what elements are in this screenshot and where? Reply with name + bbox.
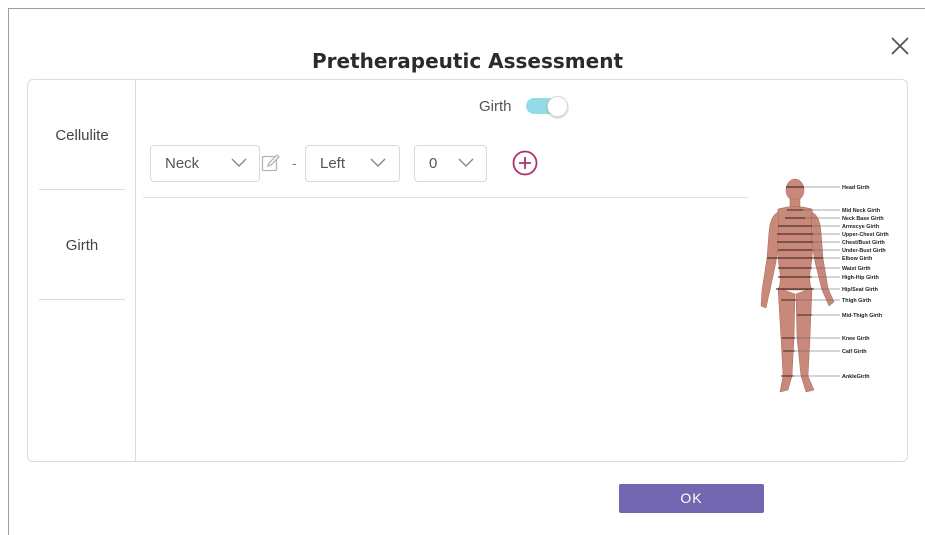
assessment-panel: Cellulite Girth Girth Neck - Left 0 Head… — [27, 79, 908, 462]
girth-toggle-label: Girth — [479, 98, 512, 115]
girth-label: Mid Neck Girth — [842, 208, 880, 214]
edit-icon[interactable] — [261, 153, 281, 173]
sidebar-item-girth[interactable]: Girth — [28, 237, 136, 254]
sidebar: Cellulite Girth — [28, 80, 136, 461]
plus-circle-icon[interactable] — [512, 150, 538, 176]
sidebar-item-cellulite[interactable]: Cellulite — [28, 127, 136, 144]
pretherapeutic-dialog: Pretherapeutic Assessment Cellulite Girt… — [8, 8, 925, 535]
body-part-value: Neck — [165, 155, 200, 172]
girth-label: Waist Girth — [842, 266, 871, 272]
chevron-down-icon — [231, 158, 247, 167]
girth-label: Mid-Thigh Girth — [842, 313, 882, 319]
girth-label: Hip/Seat Girth — [842, 287, 878, 293]
girth-body-diagram: Head Girth Mid Neck Girth Neck Base Girth A… — [760, 178, 889, 393]
close-icon[interactable] — [889, 35, 911, 57]
girth-label: Calf Girth — [842, 349, 867, 355]
measure-select[interactable]: 0 — [414, 145, 487, 182]
girth-toggle[interactable] — [526, 96, 569, 117]
measure-value: 0 — [429, 155, 438, 172]
girth-labels: Head Girth Mid Neck Girth Neck Base Girth A… — [842, 185, 889, 380]
girth-label: Knee Girth — [842, 336, 870, 342]
toggle-knob — [547, 96, 568, 117]
row-separator: - — [292, 155, 297, 171]
dialog-title: Pretherapeutic Assessment — [311, 49, 624, 73]
body-figure — [760, 178, 835, 393]
girth-label: High-Hip Girth — [842, 275, 879, 281]
ok-button[interactable]: OK — [619, 484, 764, 513]
body-part-select[interactable]: Neck — [150, 145, 260, 182]
girth-label: Chest/Bust Girth — [842, 240, 885, 246]
girth-label: Thigh Girth — [842, 298, 871, 304]
girth-label: Head Girth — [842, 185, 870, 191]
side-select[interactable]: Left — [305, 145, 400, 182]
girth-label: Elbow Girth — [842, 256, 872, 262]
girth-label: Upper-Chest Girth — [842, 232, 889, 238]
row-divider — [143, 197, 748, 198]
side-value: Left — [320, 155, 346, 172]
girth-label: AnkleGirth — [842, 374, 870, 380]
girth-label: Armscye Girth — [842, 224, 879, 230]
chevron-down-icon — [370, 158, 386, 167]
chevron-down-icon — [458, 158, 474, 167]
sidebar-divider — [39, 189, 125, 190]
girth-label: Under-Bust Girth — [842, 248, 886, 254]
girth-label: Neck Base Girth — [842, 216, 884, 222]
sidebar-divider — [39, 299, 125, 300]
